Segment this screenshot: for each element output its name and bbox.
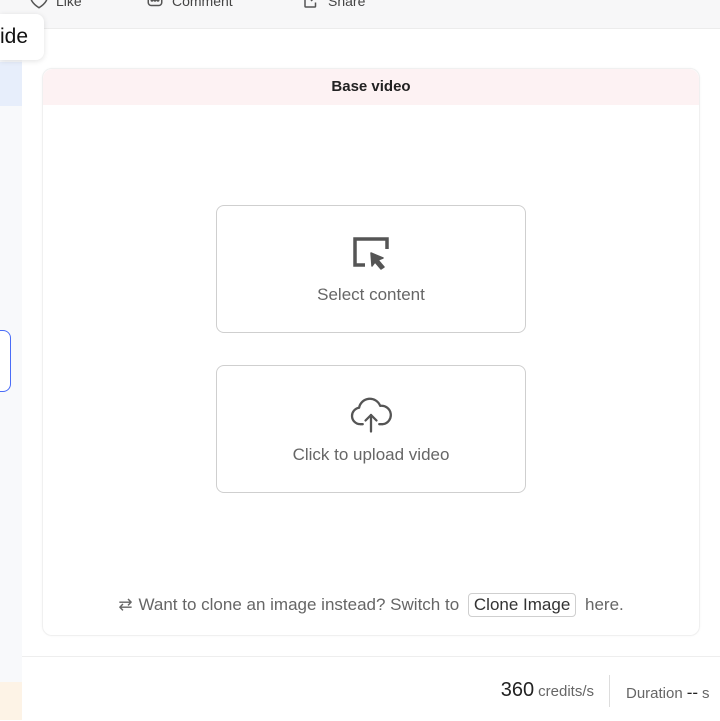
share-button[interactable]: Share: [302, 0, 365, 10]
duration-value: --: [686, 683, 699, 702]
duration-readout: Duration -- s: [626, 683, 710, 703]
like-button[interactable]: Like: [30, 0, 82, 10]
side-panel-active-item[interactable]: [0, 62, 22, 106]
heart-icon: [30, 0, 48, 9]
credits-unit: credits/s: [538, 683, 594, 700]
upload-video-label: Click to upload video: [292, 445, 450, 464]
duration-label: Duration: [626, 685, 683, 702]
side-panel-footer-item: [0, 682, 22, 720]
cursor-select-icon: [353, 237, 389, 270]
upload-video-button[interactable]: Click to upload video: [216, 365, 526, 493]
select-content-button[interactable]: Select content: [216, 205, 526, 333]
comment-button[interactable]: Comment: [146, 0, 233, 10]
cloud-upload-icon: [350, 397, 392, 433]
credits-cost: 360 credits/s: [501, 679, 594, 702]
card-title: Base video: [43, 69, 699, 105]
select-content-label: Select content: [317, 285, 425, 304]
generation-footer: 360 credits/s Duration -- s: [22, 656, 720, 721]
guide-tab[interactable]: ide: [0, 14, 44, 60]
share-icon: [304, 0, 317, 8]
clone-image-button[interactable]: Clone Image: [467, 593, 577, 617]
switch-text-before: Want to clone an image instead? Switch t…: [138, 595, 460, 614]
post-action-bar: Like Comment Share: [0, 0, 720, 29]
comment-icon: [147, 0, 163, 7]
duration-unit: s: [702, 685, 710, 702]
credits-value: 360: [500, 679, 535, 701]
base-video-card: Base video Select content Click to uploa…: [42, 68, 700, 636]
switch-to-image-hint: ⇄ Want to clone an image instead? Switch …: [43, 593, 699, 617]
swap-arrows-icon: ⇄: [118, 595, 133, 614]
footer-divider: [609, 675, 610, 707]
like-label: Like: [56, 0, 82, 9]
switch-text-after: here.: [585, 595, 624, 614]
share-label: Share: [328, 0, 366, 9]
comment-label: Comment: [172, 0, 233, 9]
side-panel-selected-option[interactable]: [0, 330, 11, 392]
